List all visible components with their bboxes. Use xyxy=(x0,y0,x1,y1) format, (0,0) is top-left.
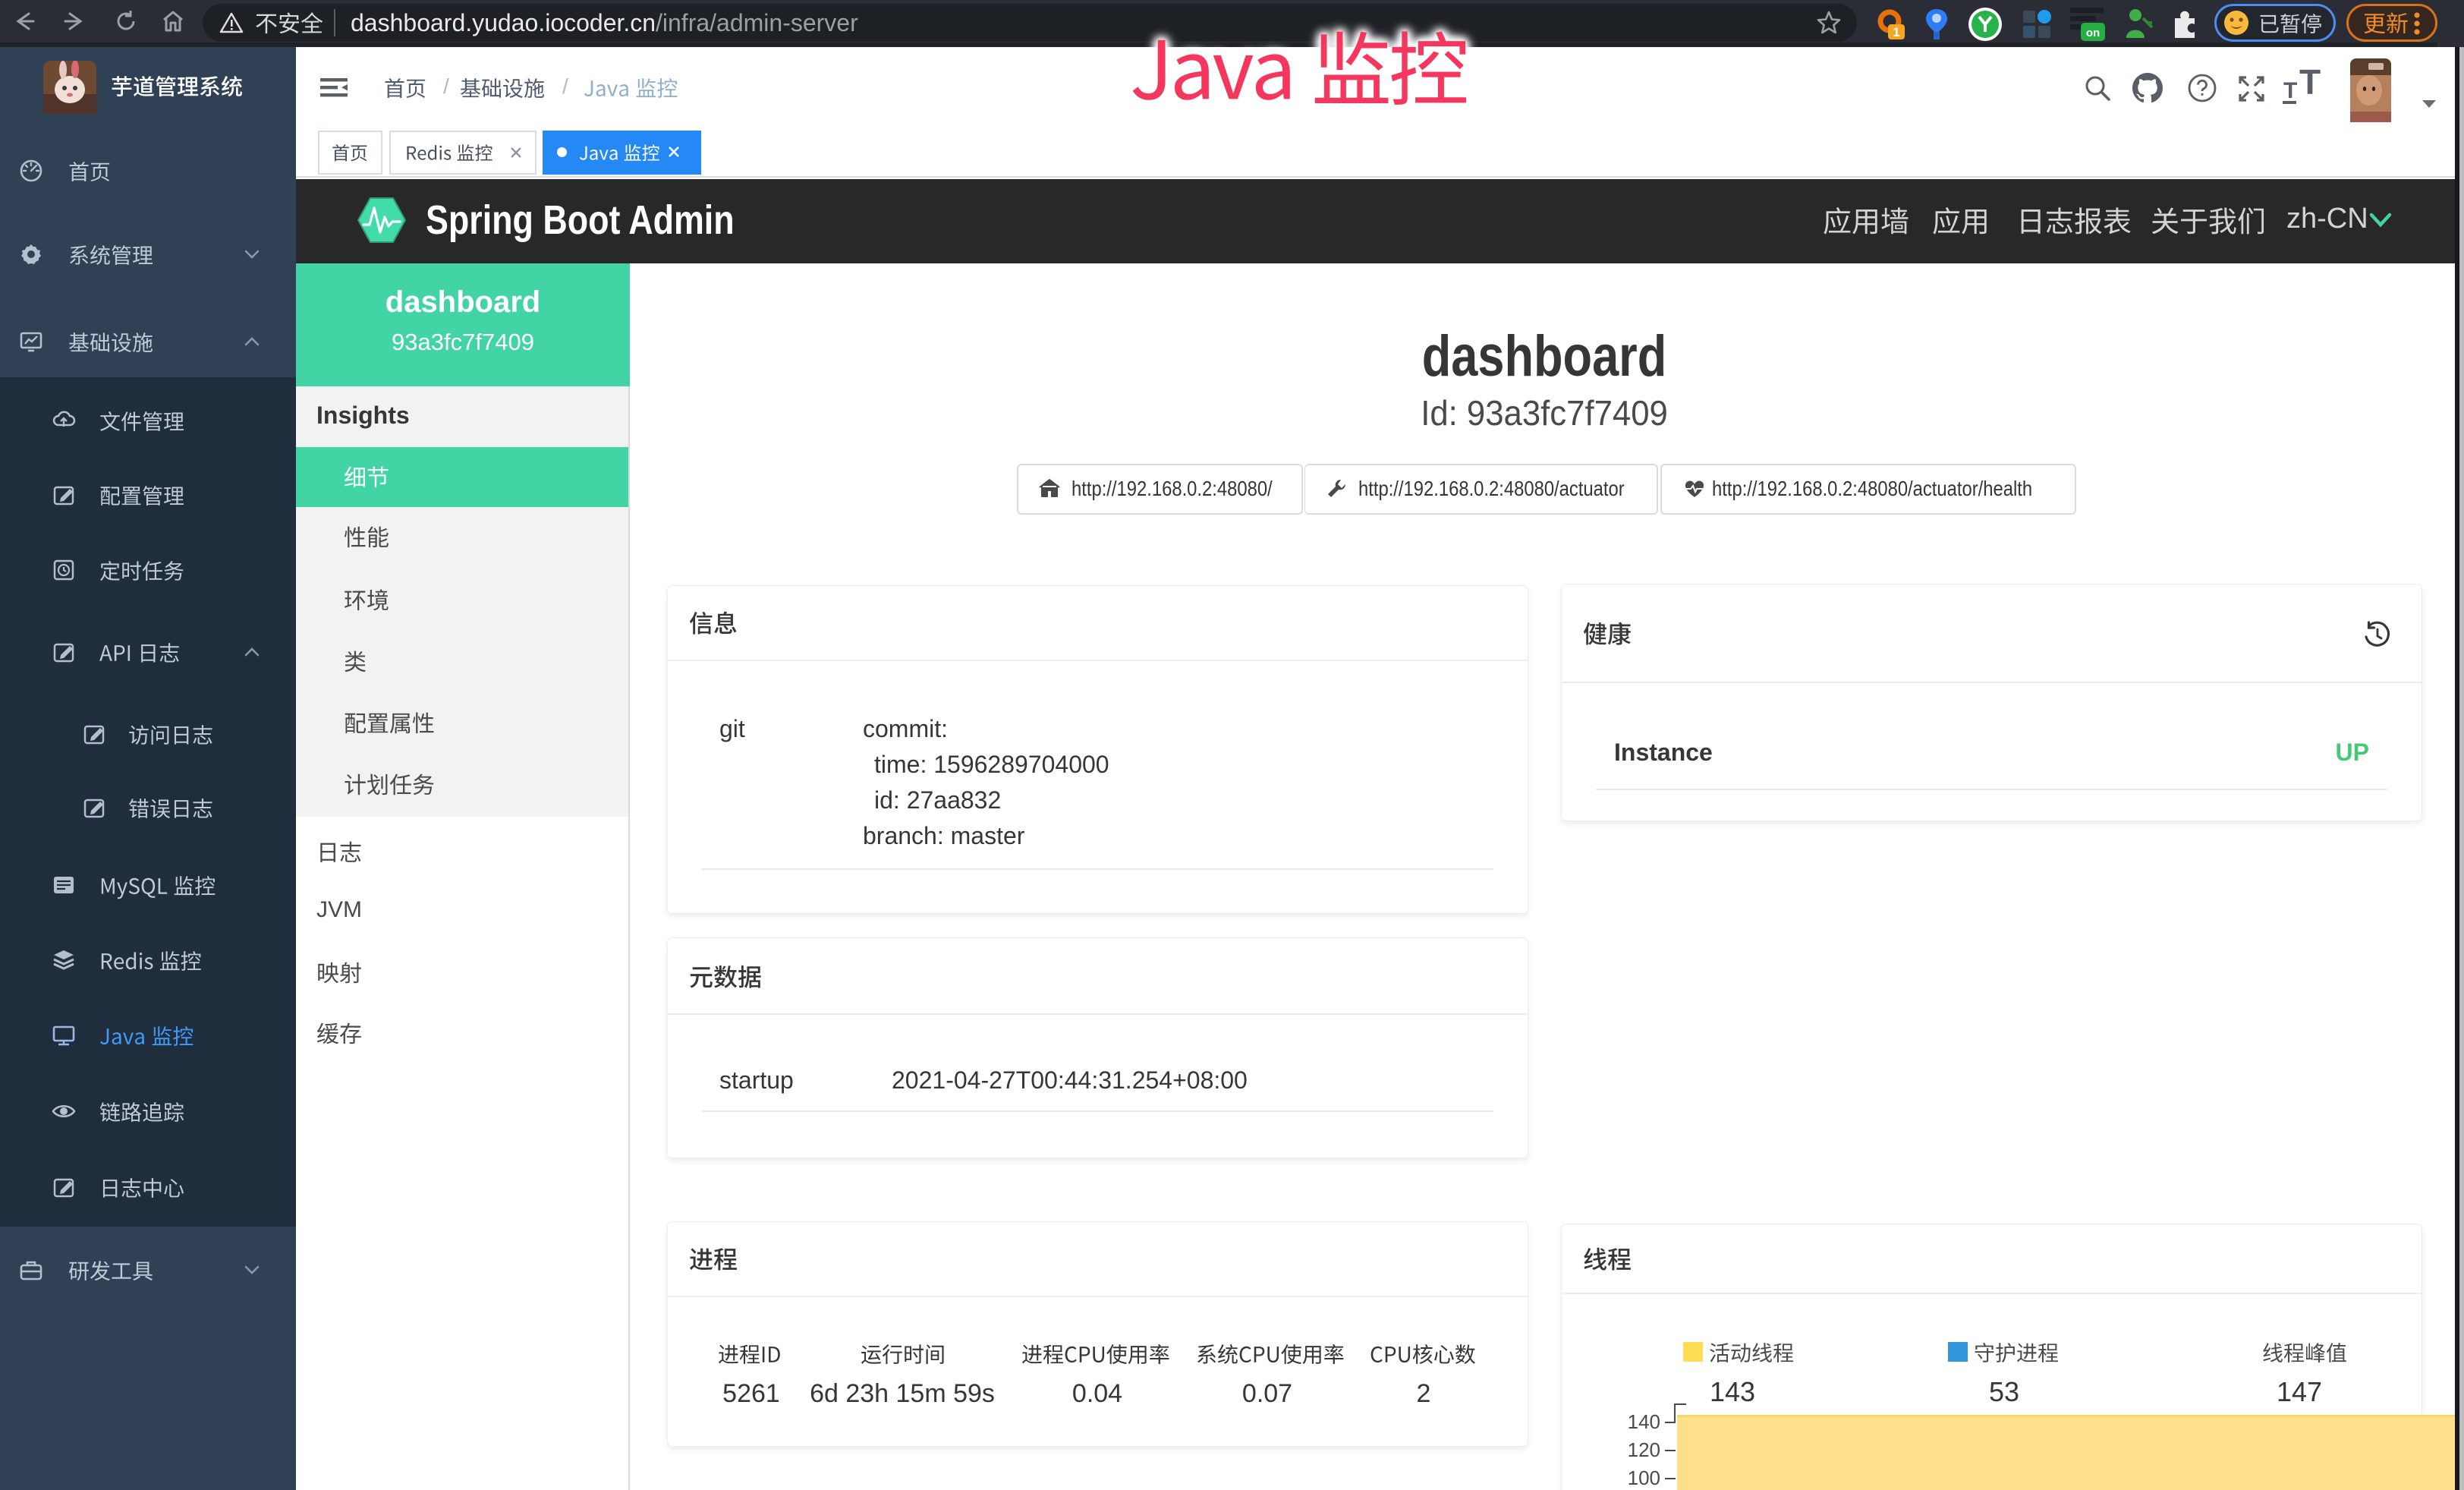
svg-text:on: on xyxy=(2086,27,2100,39)
svg-text:1: 1 xyxy=(1893,25,1899,39)
